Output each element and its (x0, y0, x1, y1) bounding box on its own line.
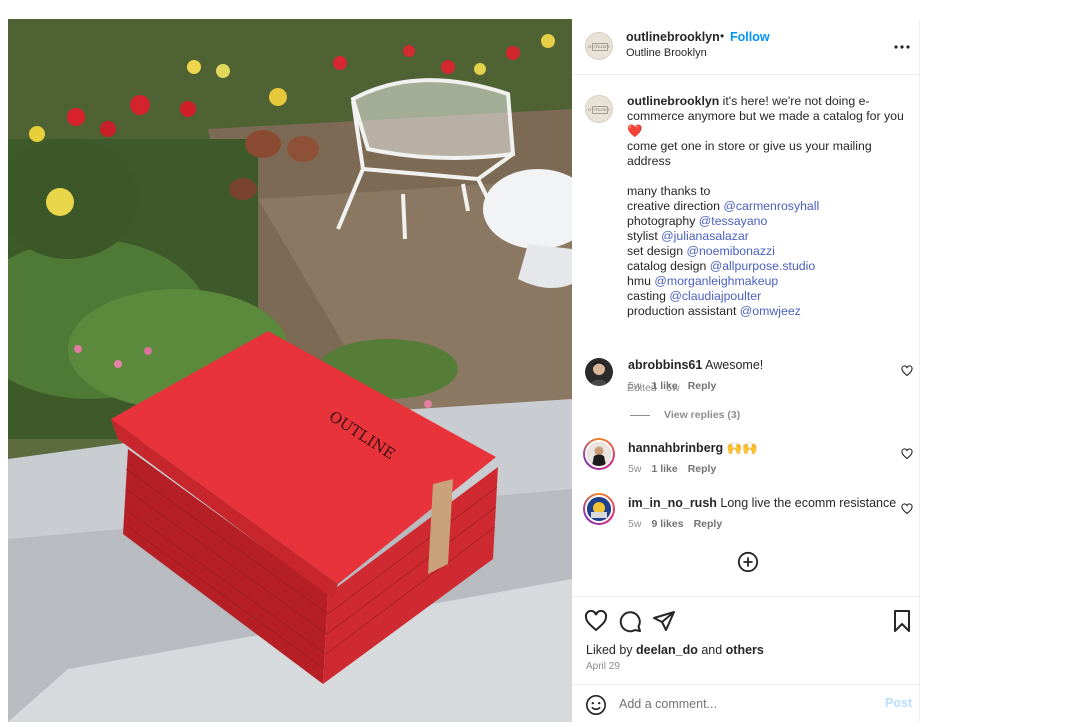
comment-body: Long live the ecomm resistance (716, 496, 897, 510)
post-location[interactable]: Outline Brooklyn (626, 47, 707, 59)
comment-likes[interactable]: 1 like (651, 463, 677, 475)
catalog-stack-photo: OUTLINE (8, 19, 572, 722)
credit-role: production assistant (627, 304, 740, 318)
liked-by-prefix: Liked by (586, 643, 637, 657)
comment-time: 5w (628, 463, 642, 475)
credit-mention[interactable]: @omwjeez (740, 304, 801, 318)
caption-thanks: many thanks to (627, 184, 711, 198)
commenter-avatar[interactable] (583, 493, 615, 525)
comment-meta: 5w 1 like Reply (628, 463, 726, 475)
credit-mention[interactable]: @claudiajpoulter (669, 289, 761, 303)
post-date[interactable]: April 29 (586, 661, 620, 672)
emoji-icon[interactable] (585, 694, 607, 716)
follow-button[interactable]: Follow (730, 30, 770, 44)
comment-text: im_in_no_rush Long live the ecomm resist… (628, 496, 896, 510)
comment-likes[interactable]: 9 likes (651, 518, 683, 530)
caption-author-avatar[interactable]: OUTLINE (585, 95, 613, 123)
commenter-avatar[interactable] (583, 438, 615, 470)
more-options-icon[interactable] (890, 35, 914, 59)
comment-bubble-icon[interactable] (618, 609, 642, 633)
credit-role: creative direction (627, 199, 724, 213)
commenter-avatar[interactable] (585, 358, 613, 386)
comment-meta: 5w 9 likes Reply (628, 518, 732, 530)
save-bookmark-icon[interactable] (890, 609, 914, 633)
caption-username[interactable]: outlinebrooklyn (627, 94, 719, 108)
credit-mention[interactable]: @morganleighmakeup (654, 274, 778, 288)
add-comment-bar: Post (572, 684, 920, 722)
liked-by-user[interactable]: deelan_do (636, 643, 698, 657)
like-comment-heart-icon[interactable] (901, 448, 913, 460)
reply-button[interactable]: Reply (688, 463, 717, 475)
heart-emoji: ❤️ (627, 124, 643, 138)
comment-body: Awesome! (702, 358, 764, 372)
like-comment-heart-icon[interactable] (901, 365, 913, 377)
liked-by-mid: and (697, 643, 726, 657)
share-send-icon[interactable] (652, 609, 676, 633)
commenter-username[interactable]: im_in_no_rush (628, 496, 717, 510)
credit-role: catalog design (627, 259, 710, 273)
author-avatar[interactable]: OUTLINE (585, 32, 613, 60)
credit-role: hmu (627, 274, 655, 288)
load-more-comments-icon[interactable] (737, 551, 759, 573)
credit-mention[interactable]: @carmenrosyhall (723, 199, 819, 213)
view-replies-label: View replies (3) (664, 409, 741, 421)
liked-by-others[interactable]: others (726, 643, 764, 657)
post-image[interactable]: OUTLINE (8, 19, 572, 722)
comment-text: abrobbins61 Awesome! (628, 358, 763, 372)
reply-button[interactable]: Reply (694, 518, 723, 530)
view-replies-button[interactable]: View replies (3) (630, 409, 740, 421)
avatar-logo-text: OUTLINE (587, 106, 611, 112)
commenter-username[interactable]: abrobbins61 (628, 358, 702, 372)
credit-role: set design (627, 244, 687, 258)
post-comment-button[interactable]: Post (885, 696, 912, 710)
avatar-logo-text: OUTLINE (587, 43, 611, 49)
author-username[interactable]: outlinebrooklyn (626, 30, 720, 44)
comment-text: hannahbrinberg 🙌🙌 (628, 441, 758, 456)
replies-divider-line (630, 414, 650, 416)
credit-mention[interactable]: @julianasalazar (661, 229, 749, 243)
separator-dot: • (720, 29, 725, 43)
credit-role: photography (627, 214, 699, 228)
add-comment-input[interactable] (619, 695, 859, 713)
post-side-panel: OUTLINE outlinebrooklyn • Follow Outline… (572, 19, 920, 722)
like-heart-icon[interactable] (584, 609, 608, 633)
reply-button[interactable]: Reply (688, 380, 717, 392)
liked-by-summary: Liked by deelan_do and others (586, 643, 764, 657)
credit-mention[interactable]: @allpurpose.studio (710, 259, 815, 273)
credit-role: casting (627, 289, 670, 303)
credit-role: stylist (627, 229, 662, 243)
caption-text: outlinebrooklyn it's here! we're not doi… (627, 94, 912, 319)
comment-time: 5w (628, 380, 642, 392)
comment-likes[interactable]: 1 like (651, 380, 677, 392)
comment-time: 5w (628, 518, 642, 530)
post-actions: Liked by deelan_do and others April 29 (572, 596, 920, 684)
credit-mention[interactable]: @tessayano (699, 214, 768, 228)
credit-mention[interactable]: @noemibonazzi (686, 244, 774, 258)
commenter-username[interactable]: hannahbrinberg (628, 441, 723, 455)
caption-line-2: come get one in store or give us your ma… (627, 139, 872, 168)
comment-body: 🙌🙌 (723, 441, 758, 455)
like-comment-heart-icon[interactable] (901, 503, 913, 515)
comment-meta: 5w 1 like Reply (628, 380, 726, 392)
post-header: OUTLINE outlinebrooklyn • Follow Outline… (572, 19, 920, 75)
